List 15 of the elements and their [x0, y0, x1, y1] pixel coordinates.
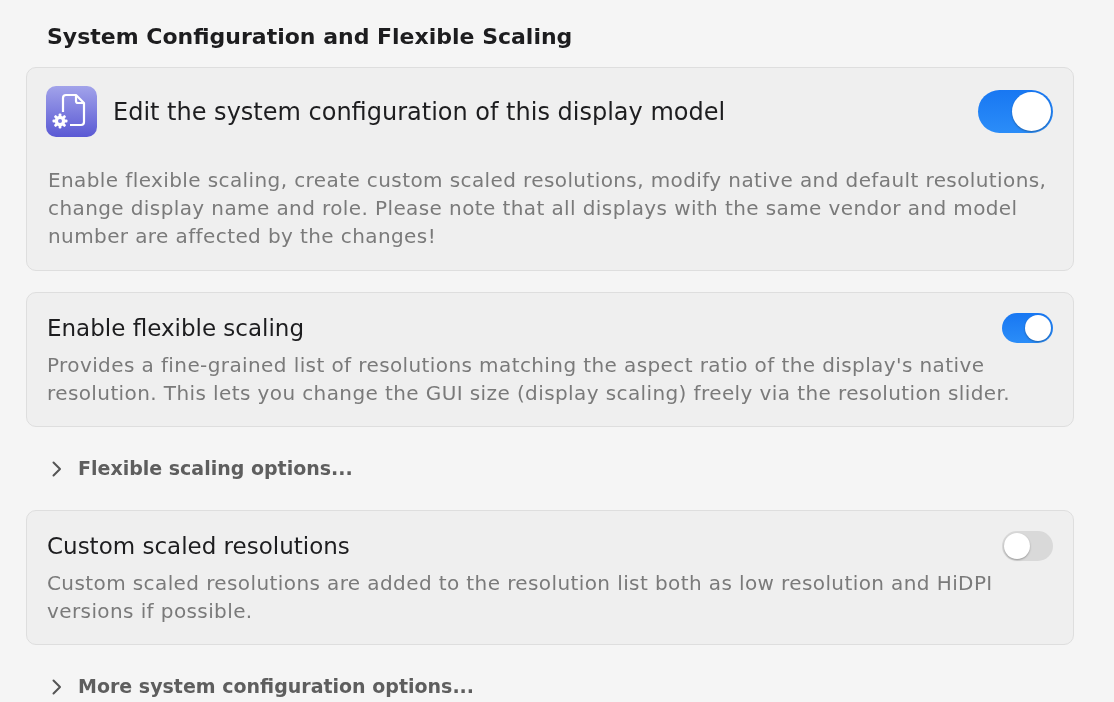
chevron-icon: [52, 460, 62, 477]
setting-title: Enable flexible scaling: [47, 314, 306, 343]
disclosure-button[interactable]: Flexible scaling options...: [52, 456, 353, 481]
toggle-switch[interactable]: [1002, 531, 1053, 561]
toggle-switch[interactable]: [978, 90, 1053, 133]
setting-title: Custom scaled resolutions: [47, 532, 351, 561]
disclosure-button[interactable]: More system configuration options...: [52, 674, 475, 699]
setting-description: Provides a fine-grained list of resolutions matching the aspect ratio of the display's native resolution. This lets you change the GUI size (display scaling) freely via the resolution slider.: [47, 352, 1012, 407]
section-heading: System Configuration and Flexible Scaling: [46, 23, 574, 51]
setting-description: Enable flexible scaling, create custom scaled resolutions, modify native and default resolutions, change display name and role. Please note that all displays with the same vendor and model number are affected by the changes!: [48, 167, 1048, 250]
chevron-icon: [52, 678, 62, 695]
toggle-switch[interactable]: [1002, 313, 1053, 343]
setting-title: Edit the system configuration of this display model: [113, 96, 727, 127]
setting-description: Custom scaled resolutions are added to the resolution list both as low resolution and HiDPI versions if possible.: [47, 570, 994, 625]
document-gear-icon: [46, 86, 97, 137]
